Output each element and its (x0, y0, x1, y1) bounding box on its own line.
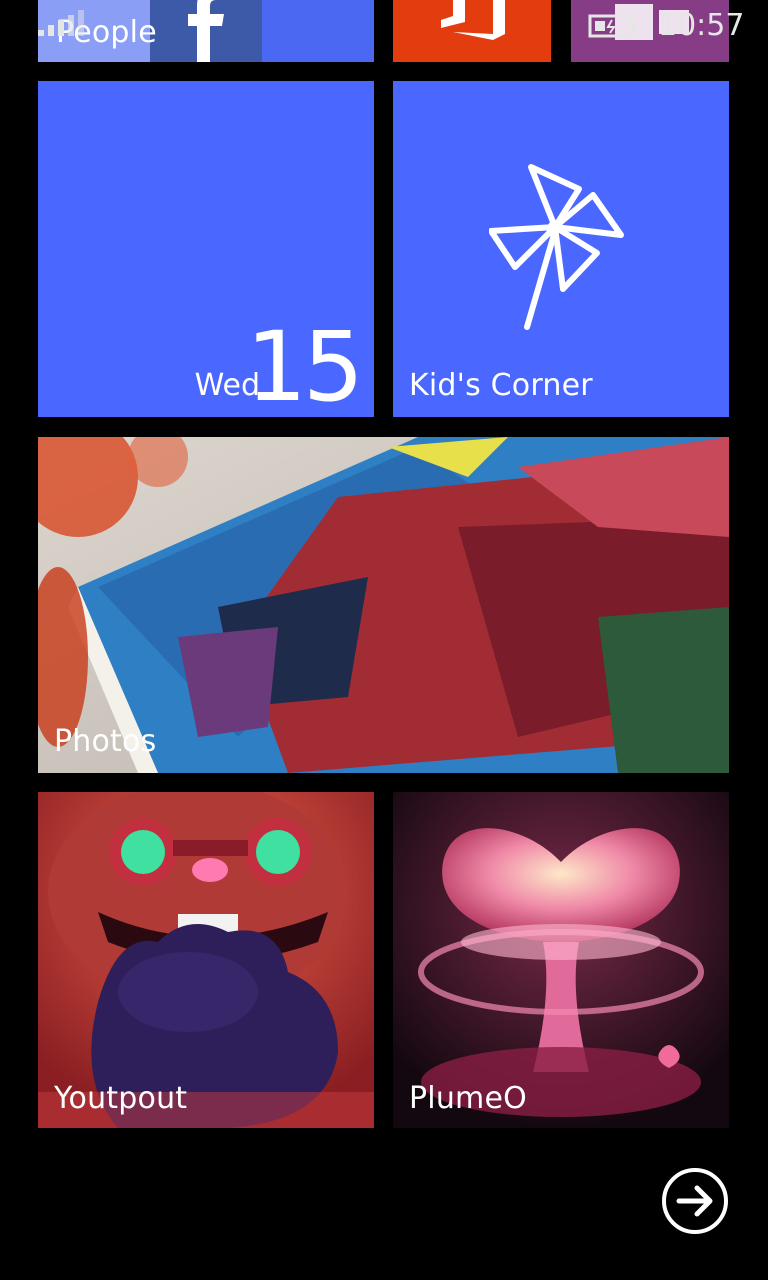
start-screen: People 10:57 Wed 15 Kid's Corner Photos … (0, 0, 768, 1280)
photos-image (38, 437, 729, 773)
battery-icon (588, 14, 637, 38)
office-tile[interactable] (393, 0, 551, 62)
plumeo-image (393, 792, 729, 1128)
status-time: 10:57 (658, 8, 745, 43)
facebook-icon (150, 0, 262, 62)
kids-corner-tile[interactable]: Kid's Corner (393, 81, 729, 417)
calendar-date: 15 (245, 311, 364, 417)
kids-corner-label: Kid's Corner (409, 368, 593, 403)
pinwheel-icon (489, 164, 624, 330)
plumeo-label: PlumeO (409, 1081, 527, 1116)
arrow-right-circle-icon[interactable] (661, 1167, 729, 1235)
youtpout-tile[interactable]: Youtpout (38, 792, 374, 1128)
youtpout-label: Youtpout (54, 1081, 188, 1116)
photos-tile[interactable]: Photos (38, 437, 729, 773)
signal-strength-icon (38, 10, 84, 36)
photos-label: Photos (54, 724, 157, 759)
plumeo-tile[interactable]: PlumeO (393, 792, 729, 1128)
calendar-tile[interactable]: Wed 15 (38, 81, 374, 417)
people-tile[interactable]: People (38, 0, 374, 62)
youtpout-image (38, 792, 374, 1128)
office-icon (441, 0, 505, 40)
